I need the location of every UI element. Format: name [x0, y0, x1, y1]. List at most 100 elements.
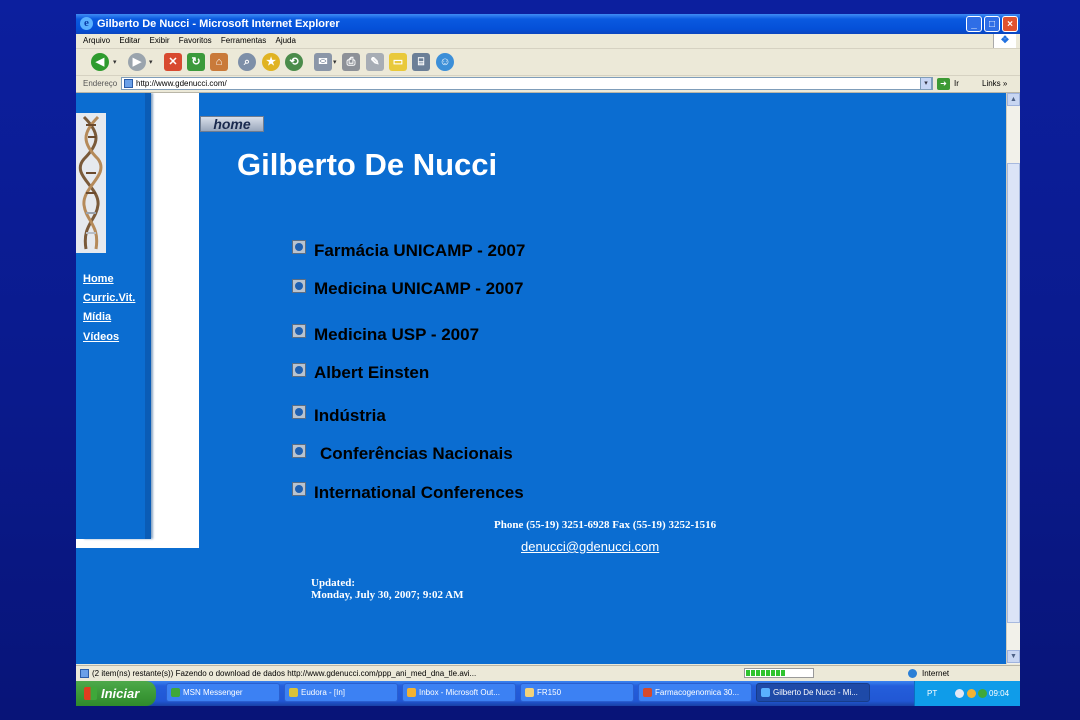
folder-icon: [525, 688, 534, 697]
address-bar: Endereço http://www.gdenucci.com/ ▾ ➜ Ir…: [76, 76, 1020, 93]
scroll-down-icon[interactable]: ▼: [1007, 650, 1020, 663]
refresh-icon[interactable]: ↻: [187, 53, 205, 71]
ie-icon: [761, 688, 770, 697]
links-label: Links: [982, 79, 1001, 88]
scroll-thumb[interactable]: [1007, 163, 1020, 623]
mail-icon[interactable]: ✉: [314, 53, 332, 71]
bullet-icon: [292, 482, 306, 496]
link-international-conferences[interactable]: International Conferences: [314, 483, 524, 503]
tray-chevron-icon[interactable]: [955, 689, 964, 698]
back-icon[interactable]: ◀: [91, 53, 109, 71]
nav-home[interactable]: Home: [83, 273, 114, 285]
go-icon[interactable]: ➜: [937, 78, 950, 90]
messenger-icon[interactable]: ☺: [436, 53, 454, 71]
address-label: Endereço: [83, 79, 118, 88]
scroll-up-icon[interactable]: ▲: [1007, 93, 1020, 106]
toolbar: ◀ ▾ ▶ ▾ ✕ ↻ ⌂ ⌕ ★ ⟲ ✉ ▾ ⎙ ✎ ▭ ⌸ ☺: [76, 49, 1020, 76]
close-button[interactable]: ×: [1002, 16, 1018, 32]
page-title: Gilberto De Nucci: [237, 147, 498, 182]
minimize-button[interactable]: _: [966, 16, 982, 32]
task-msn-messenger[interactable]: MSN Messenger: [166, 683, 280, 702]
task-label: Eudora - [In]: [301, 688, 346, 697]
menu-exibir[interactable]: Exibir: [150, 34, 170, 48]
menu-favoritos[interactable]: Favoritos: [179, 34, 212, 48]
system-tray: PT 09:04: [914, 681, 1020, 706]
powerpoint-icon: [643, 688, 652, 697]
page-content: Home Curric.Vit. Mídia Vídeos home Gilbe…: [76, 93, 1006, 664]
taskbar: Iniciar MSN Messenger Eudora - [In] Inbo…: [76, 681, 1020, 706]
menu-editar[interactable]: Editar: [119, 34, 140, 48]
nav-curriculum[interactable]: Curric.Vit.: [83, 292, 135, 304]
favorites-icon[interactable]: ★: [262, 53, 280, 71]
task-outlook-inbox[interactable]: Inbox - Microsoft Out...: [402, 683, 516, 702]
back-dropdown-icon[interactable]: ▾: [113, 58, 117, 66]
nav-midia[interactable]: Mídia: [83, 311, 111, 323]
go-button[interactable]: Ir: [954, 76, 959, 92]
task-label: Inbox - Microsoft Out...: [419, 688, 500, 697]
address-dropdown-icon[interactable]: ▾: [920, 77, 932, 90]
forward-icon[interactable]: ▶: [128, 53, 146, 71]
stop-icon[interactable]: ✕: [164, 53, 182, 71]
task-internet-explorer[interactable]: Gilberto De Nucci - Mi...: [756, 683, 870, 702]
task-powerpoint[interactable]: Farmacogenomica 30...: [638, 683, 752, 702]
link-albert-einsten[interactable]: Albert Einsten: [314, 363, 429, 383]
links-more-icon[interactable]: »: [1003, 79, 1007, 88]
link-medicina-usp[interactable]: Medicina USP - 2007: [314, 325, 479, 345]
contact-info: Phone (55-19) 3251-6928 Fax (55-19) 3252…: [494, 519, 717, 531]
maximize-button[interactable]: □: [984, 16, 1000, 32]
email-link[interactable]: denucci@gdenucci.com: [521, 539, 659, 554]
start-button[interactable]: Iniciar: [76, 681, 156, 706]
history-icon[interactable]: ⟲: [285, 53, 303, 71]
download-progress-bar: [744, 668, 814, 678]
mail-dropdown-icon[interactable]: ▾: [333, 58, 337, 66]
link-medicina-unicamp[interactable]: Medicina UNICAMP - 2007: [314, 279, 523, 299]
internet-zone-icon: [908, 669, 917, 678]
vertical-scrollbar[interactable]: ▲ ▼: [1006, 93, 1020, 664]
link-farmacia-unicamp[interactable]: Farmácia UNICAMP - 2007: [314, 241, 525, 261]
menu-bar: Arquivo Editar Exibir Favoritos Ferramen…: [76, 34, 1020, 49]
address-input[interactable]: http://www.gdenucci.com/: [121, 77, 933, 90]
msn-icon: [171, 688, 180, 697]
task-eudora[interactable]: Eudora - [In]: [284, 683, 398, 702]
home-icon[interactable]: ⌂: [210, 53, 228, 71]
task-label: Gilberto De Nucci - Mi...: [773, 688, 858, 697]
search-icon[interactable]: ⌕: [238, 53, 256, 71]
download-progress-fill: [746, 670, 785, 676]
research-icon[interactable]: ⌸: [412, 53, 430, 71]
task-fr150-folder[interactable]: FR150: [520, 683, 634, 702]
menu-ferramentas[interactable]: Ferramentas: [221, 34, 266, 48]
dna-helix-image: [76, 113, 106, 253]
forward-dropdown-icon[interactable]: ▾: [149, 58, 153, 66]
link-industria[interactable]: Indústria: [314, 406, 386, 426]
zone-label: Internet: [922, 669, 950, 678]
windows-flag-icon: [84, 687, 97, 700]
title-bar[interactable]: e Gilberto De Nucci - Microsoft Internet…: [76, 14, 1020, 34]
windows-logo-icon: ❖: [993, 34, 1016, 48]
folder-icon[interactable]: ▭: [389, 53, 407, 71]
print-icon[interactable]: ⎙: [342, 53, 360, 71]
home-tab[interactable]: home: [200, 116, 264, 132]
status-text: (2 item(ns) restante(s)) Fazendo o downl…: [92, 669, 477, 678]
bullet-icon: [292, 363, 306, 377]
address-url[interactable]: http://www.gdenucci.com/: [136, 78, 227, 89]
nav-videos[interactable]: Vídeos: [83, 331, 119, 343]
links-toolbar[interactable]: Links »: [982, 76, 1007, 92]
edit-icon[interactable]: ✎: [366, 53, 384, 71]
ie-icon: e: [80, 17, 93, 30]
eudora-icon: [289, 688, 298, 697]
tray-msn-icon[interactable]: [978, 689, 987, 698]
menu-ajuda[interactable]: Ajuda: [275, 34, 295, 48]
outlook-icon: [407, 688, 416, 697]
menu-arquivo[interactable]: Arquivo: [83, 34, 110, 48]
bullet-icon: [292, 240, 306, 254]
updated-label: Updated:: [311, 577, 356, 589]
language-indicator[interactable]: PT: [927, 681, 937, 706]
updated-date: Monday, July 30, 2007; 9:02 AM: [311, 589, 464, 601]
bullet-icon: [292, 444, 306, 458]
page-loading-icon: [80, 669, 89, 678]
task-label: Farmacogenomica 30...: [655, 688, 740, 697]
tray-outlook-icon[interactable]: [967, 689, 976, 698]
link-conferencias-nacionais[interactable]: Conferências Nacionais: [320, 444, 513, 464]
status-bar: (2 item(ns) restante(s)) Fazendo o downl…: [76, 665, 1020, 681]
bullet-icon: [292, 405, 306, 419]
